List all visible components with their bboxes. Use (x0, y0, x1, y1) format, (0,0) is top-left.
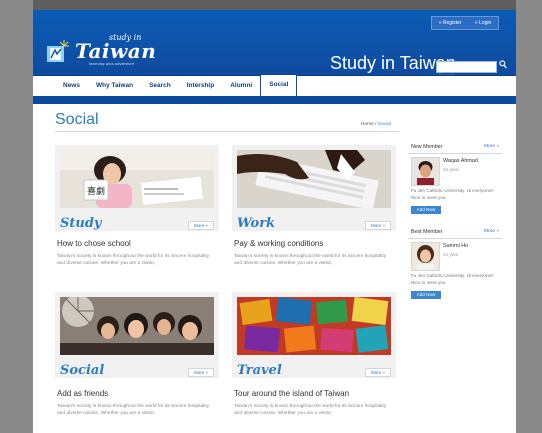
member-description: Fu Jen Catholic University. Hi everyone!… (411, 273, 494, 285)
member-age: 24 year (443, 167, 459, 172)
breadcrumb-home[interactable]: Home (361, 122, 374, 127)
page-container: study in Taiwan learning plus adventure … (33, 10, 516, 433)
nav-news[interactable]: News (55, 76, 88, 96)
best-member-box: Best Member More » Sammi Ho 22 year Fu J… (408, 227, 502, 307)
account-links: » Register » Login (431, 16, 499, 30)
right-side-panel (516, 0, 542, 433)
nav-search[interactable]: Search (141, 76, 179, 96)
new-member-title: New Member (411, 144, 443, 150)
nav-underline-strip (33, 96, 516, 104)
register-link[interactable]: » Register (439, 20, 462, 26)
travel-more-button[interactable]: More » (365, 368, 391, 377)
title-divider (55, 131, 399, 132)
study-text: Taiwan's society is known throughout the… (57, 254, 210, 266)
page-title: Social (55, 111, 99, 128)
travel-text: Taiwan's society is known throughout the… (234, 404, 387, 416)
social-heading[interactable]: Add as friends (57, 389, 108, 398)
member-description: Fu Jen Catholic University. Hi everyone!… (411, 188, 494, 200)
travel-card: Travel More » (232, 292, 396, 378)
social-card: Social More » (55, 292, 219, 378)
add-friend-button[interactable]: Add Now (411, 291, 441, 299)
study-card: 喜劇 Study More » (55, 145, 219, 231)
work-more-button[interactable]: More » (365, 221, 391, 230)
logo-taiwan[interactable]: Taiwan (75, 39, 156, 63)
member-name[interactable]: Sammi Ho (443, 243, 468, 249)
best-member-title: Best Member (411, 229, 443, 235)
nav-why-taiwan[interactable]: Why Taiwan (88, 76, 141, 96)
avatar[interactable] (411, 157, 440, 186)
window-top-bar (0, 0, 542, 10)
social-text: Taiwan's society is known throughout the… (57, 404, 210, 416)
social-title[interactable]: Social (60, 363, 104, 378)
best-member-more-link[interactable]: More » (484, 229, 499, 234)
sunrise-logo-icon (47, 40, 69, 62)
left-side-panel (0, 0, 33, 433)
new-member-box: New Member More » Waqas Ahmad 24 year Fu… (408, 142, 502, 222)
nav-alumni[interactable]: Alumni (222, 76, 260, 96)
travel-photo[interactable] (237, 297, 391, 355)
svg-text:喜劇: 喜劇 (87, 185, 105, 197)
main-nav: News Why Taiwan Search Intership Alumni … (55, 74, 298, 96)
work-photo[interactable] (237, 150, 391, 208)
nav-social[interactable]: Social (260, 74, 298, 96)
travel-heading[interactable]: Tour around the island of Taiwan (234, 389, 349, 398)
new-member-more-link[interactable]: More » (484, 144, 499, 149)
study-photo[interactable]: 喜劇 (60, 150, 214, 208)
logo-tagline: learning plus adventure (89, 61, 135, 66)
study-more-button[interactable]: More » (188, 221, 214, 230)
work-text: Taiwan's society is known throughout the… (234, 254, 387, 266)
work-title[interactable]: Work (237, 216, 275, 231)
study-heading[interactable]: How to chose school (57, 239, 131, 248)
nav-intership[interactable]: Intership (179, 76, 222, 96)
avatar[interactable] (411, 242, 440, 271)
login-link[interactable]: » Login (475, 20, 491, 26)
add-friend-button[interactable]: Add Now (411, 206, 441, 214)
work-card: Work More » (232, 145, 396, 231)
breadcrumb-current: Social (377, 122, 391, 127)
member-name[interactable]: Waqas Ahmad (443, 158, 478, 164)
search-icon[interactable] (498, 60, 508, 72)
travel-title[interactable]: Travel (237, 363, 282, 378)
social-photo[interactable] (60, 297, 214, 355)
search-box (436, 61, 497, 80)
study-title[interactable]: Study (60, 216, 102, 231)
breadcrumb: Home / Social (361, 122, 391, 127)
member-age: 22 year (443, 252, 459, 257)
social-more-button[interactable]: More » (188, 368, 214, 377)
work-heading[interactable]: Pay & working conditions (234, 239, 323, 248)
